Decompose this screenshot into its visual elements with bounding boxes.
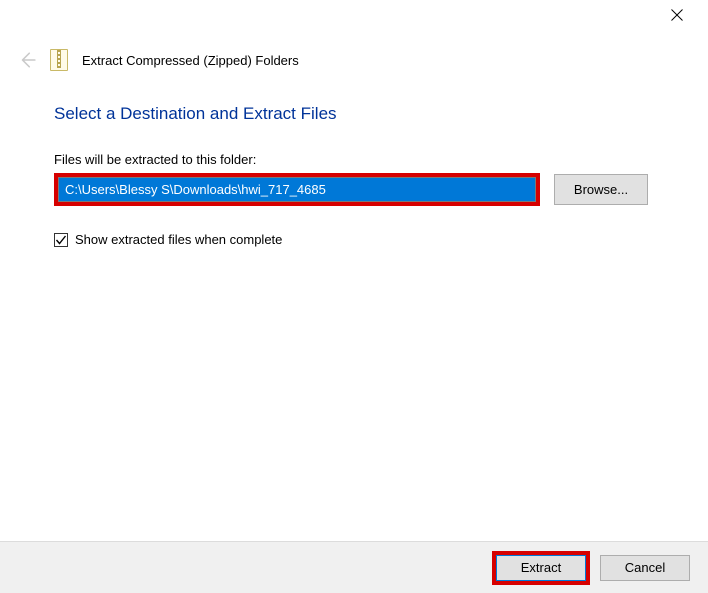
- wizard-title: Extract Compressed (Zipped) Folders: [82, 53, 299, 68]
- cancel-button[interactable]: Cancel: [600, 555, 690, 581]
- back-arrow-icon: [18, 51, 36, 69]
- show-files-option[interactable]: Show extracted files when complete: [54, 232, 656, 247]
- close-icon: [671, 9, 683, 21]
- checkmark-icon: [55, 234, 67, 246]
- browse-button[interactable]: Browse...: [554, 174, 648, 205]
- page-heading: Select a Destination and Extract Files: [54, 104, 656, 124]
- wizard-header: Extract Compressed (Zipped) Folders: [18, 48, 690, 72]
- close-button[interactable]: [654, 0, 700, 30]
- show-files-checkbox[interactable]: [54, 233, 68, 247]
- destination-row: Browse...: [54, 173, 656, 206]
- destination-label: Files will be extracted to this folder:: [54, 152, 656, 167]
- extract-button-highlight: Extract: [492, 551, 590, 585]
- title-bar: [0, 0, 708, 32]
- extract-button[interactable]: Extract: [496, 555, 586, 581]
- content-area: Select a Destination and Extract Files F…: [54, 104, 656, 247]
- show-files-label: Show extracted files when complete: [75, 232, 282, 247]
- back-button: [18, 51, 36, 69]
- destination-input[interactable]: [58, 177, 536, 202]
- zip-folder-icon: [50, 49, 68, 71]
- dialog-footer: Extract Cancel: [0, 541, 708, 593]
- destination-input-highlight: [54, 173, 540, 206]
